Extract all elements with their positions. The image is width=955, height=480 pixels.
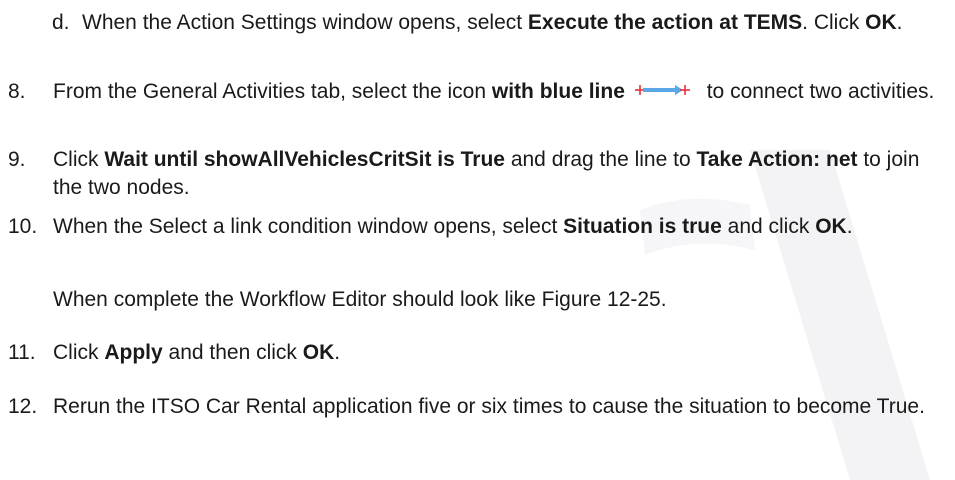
step-text: From the General Activities tab, select …: [53, 80, 935, 103]
step-number: 9.: [8, 148, 26, 171]
step-text: Rerun the ITSO Car Rental application fi…: [53, 395, 925, 418]
blue-line-connector-icon: [634, 85, 690, 96]
step-number: 12.: [8, 395, 38, 418]
step-text: Click Apply and then click OK.: [53, 341, 341, 364]
step-text: Click Wait until showAllVehiclesCritSit …: [53, 148, 920, 199]
step-text: When the Select a link condition window …: [53, 215, 853, 238]
step-10-note: When complete the Workflow Editor should…: [53, 288, 667, 311]
step-number: 10.: [8, 215, 38, 238]
step-number: 11.: [8, 341, 36, 364]
step-number: d.: [52, 11, 70, 34]
step-number: 8.: [8, 80, 26, 103]
step-text: When the Action Settings window opens, s…: [82, 11, 903, 34]
